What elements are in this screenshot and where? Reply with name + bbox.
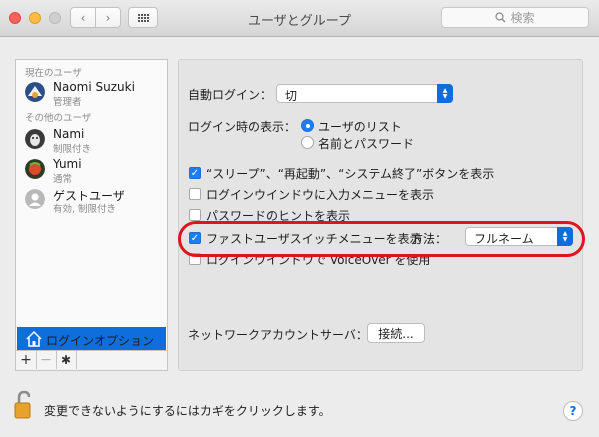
radio-user-list-label: ユーザのリスト <box>318 120 402 134</box>
avatar-icon <box>25 159 45 179</box>
user-name: Yumi <box>53 157 82 171</box>
search-field[interactable]: 検索 <box>441 7 589 28</box>
lock-message: 変更できないようにするにはカギをクリックします。 <box>44 404 331 418</box>
checkbox-input-menu-label: ログインウインドウに入力メニューを表示 <box>206 188 435 202</box>
house-icon <box>26 330 42 347</box>
guest-avatar-icon <box>25 189 45 209</box>
auto-login-label: 自動ログイン： <box>188 88 273 102</box>
checkbox-show-buttons-label: “スリープ”、“再起動”、“システム終了”ボタンを表示 <box>206 167 495 181</box>
login-options-panel: 自動ログイン： 切 ▲ ▼ ログイン時の表示： ユーザのリスト 名前とパスワード … <box>178 59 583 371</box>
remove-user-button[interactable]: − <box>36 351 57 369</box>
gear-icon[interactable]: ✱ <box>56 351 77 369</box>
checkbox-input-menu[interactable] <box>189 188 201 200</box>
user-role: 有効, 制限付き <box>53 204 117 215</box>
radio-name-password-label: 名前とパスワード <box>318 137 415 151</box>
login-display-label: ログイン時の表示： <box>188 120 297 134</box>
auto-login-value: 切 <box>285 89 298 103</box>
network-account-label: ネットワークアカウントサーバ： <box>188 328 368 342</box>
avatar-icon <box>25 82 45 102</box>
login-options-label: ログインオプション <box>46 334 155 348</box>
other-users-header: その他のユーザ <box>25 113 92 124</box>
user-name: Naomi Suzuki <box>53 80 135 94</box>
user-name: Nami <box>53 127 85 141</box>
radio-user-list[interactable] <box>301 119 314 132</box>
title-bar: ‹ › ユーザとグループ 検索 <box>0 0 599 37</box>
search-placeholder: 検索 <box>510 11 535 25</box>
highlight-ring <box>178 221 585 257</box>
user-role: 通常 <box>53 174 73 185</box>
avatar-icon <box>25 129 45 149</box>
user-list-sidebar: 現在のユーザ Naomi Suzuki 管理者 その他のユーザ Nami 制限付… <box>15 59 168 371</box>
user-item-guest[interactable]: ゲストユーザ 有効, 制限付き <box>25 186 165 215</box>
add-user-button[interactable]: + <box>16 351 37 369</box>
connect-button[interactable]: 接続... <box>367 323 425 343</box>
user-role: 管理者 <box>53 97 82 108</box>
current-user-header: 現在のユーザ <box>25 68 82 79</box>
help-button[interactable]: ? <box>563 401 583 421</box>
search-icon <box>495 12 506 23</box>
user-item-current[interactable]: Naomi Suzuki 管理者 <box>25 79 165 108</box>
auto-login-select[interactable]: 切 ▲ ▼ <box>276 84 453 103</box>
checkbox-password-hints[interactable] <box>189 209 201 221</box>
user-item-nami[interactable]: Nami 制限付き <box>25 126 165 155</box>
lock-icon[interactable] <box>13 390 35 423</box>
checkbox-show-buttons[interactable]: ✓ <box>189 167 201 179</box>
system-preferences-window: ‹ › ユーザとグループ 検索 現在のユーザ Naomi Suzuki 管理者 … <box>0 0 599 437</box>
select-arrows-icon: ▲ ▼ <box>437 84 453 103</box>
user-role: 制限付き <box>53 144 92 155</box>
radio-name-password[interactable] <box>301 136 314 149</box>
sidebar-toolbar: + − ✱ <box>16 350 167 370</box>
user-item-yumi[interactable]: Yumi 通常 <box>25 156 165 185</box>
